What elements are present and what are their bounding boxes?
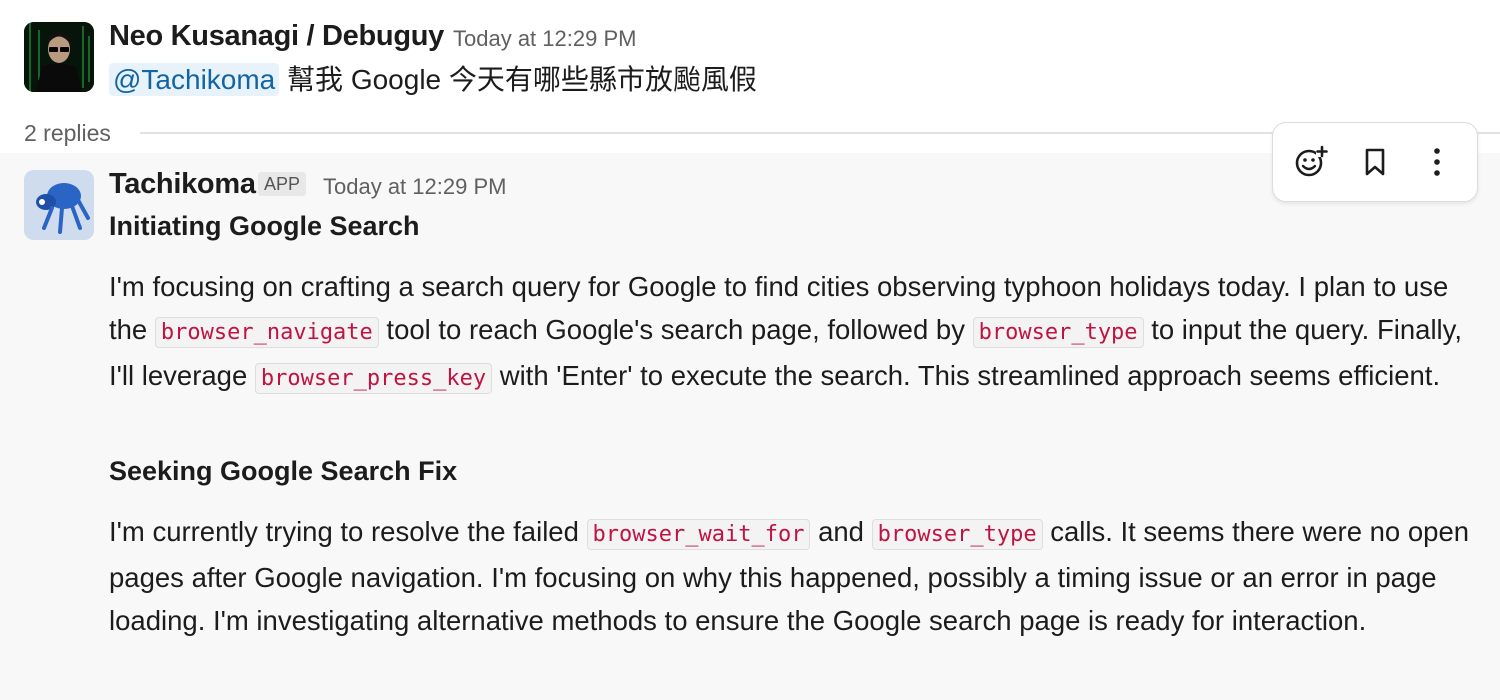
add-reaction-icon: [1295, 145, 1328, 177]
mention-tachikoma[interactable]: @Tachikoma: [109, 63, 280, 96]
more-actions-icon: [1434, 148, 1440, 176]
section-title: Seeking Google Search Fix: [109, 456, 458, 486]
message-body: 幫我 Google 今天有哪些縣市放颱風假: [287, 64, 757, 95]
message-text: @Tachikoma 幫我 Google 今天有哪些縣市放颱風假: [109, 62, 757, 98]
avatar-tachikoma[interactable]: [24, 170, 94, 240]
section-paragraph: I'm focusing on crafting a search query …: [109, 265, 1489, 400]
section-title: Initiating Google Search: [109, 211, 420, 241]
inline-code: browser_press_key: [254, 363, 493, 394]
avatar-tachikoma-image: [24, 170, 94, 240]
replies-count[interactable]: 2 replies: [24, 120, 111, 147]
inline-code: browser_type: [972, 317, 1144, 348]
app-badge: APP: [258, 172, 307, 196]
bookmark-icon: [1365, 148, 1385, 176]
author-name[interactable]: Tachikoma: [109, 168, 256, 201]
author-name[interactable]: Neo Kusanagi / Debuguy: [109, 20, 444, 53]
inline-code: browser_wait_for: [586, 519, 811, 550]
more-actions-button[interactable]: [1417, 142, 1457, 182]
add-reaction-button[interactable]: [1291, 142, 1331, 182]
message-actions-toolbar: [1272, 122, 1478, 202]
inline-code: browser_navigate: [154, 317, 379, 348]
avatar-neo-image: [24, 22, 94, 92]
section-paragraph: I'm currently trying to resolve the fail…: [109, 516, 1470, 636]
parent-message: Neo Kusanagi / Debuguy Today at 12:29 PM…: [0, 0, 1500, 120]
inline-code: browser_type: [871, 519, 1043, 550]
avatar-neo[interactable]: [24, 22, 94, 92]
message-timestamp[interactable]: Today at 12:29 PM: [453, 26, 636, 52]
bookmark-button[interactable]: [1355, 142, 1395, 182]
message-timestamp[interactable]: Today at 12:29 PM: [323, 174, 506, 200]
